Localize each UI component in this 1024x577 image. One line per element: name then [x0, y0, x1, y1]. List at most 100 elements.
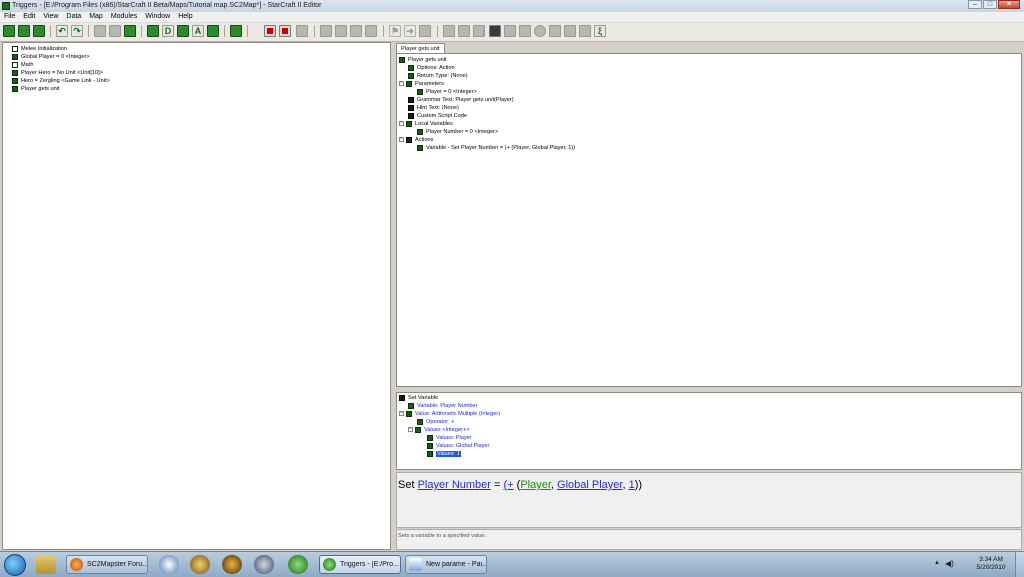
menu-data[interactable]: Data — [62, 12, 85, 22]
console-icon[interactable] — [489, 25, 501, 37]
new-action-icon[interactable] — [147, 25, 159, 37]
show-desktop-button[interactable] — [1015, 552, 1024, 577]
variable-icon — [417, 128, 423, 135]
tree-node-actions[interactable]: − Actions — [399, 136, 433, 144]
taskbar-button-triggers[interactable]: Triggers - [E:/Pro... — [319, 555, 401, 574]
show-hidden-icons-icon[interactable]: ▲ — [934, 560, 940, 566]
tree-node-hint[interactable]: Hint Text: (None) — [408, 104, 459, 112]
tree-node-action[interactable]: Variable - Set Player Number = (+ (Playe… — [417, 144, 575, 152]
tree-node-root[interactable]: Player gets unit — [399, 56, 447, 64]
app-icon[interactable] — [159, 555, 179, 574]
disabled-tool-icon[interactable] — [549, 25, 561, 37]
paste-icon[interactable] — [124, 25, 136, 37]
script-icon[interactable]: ξ — [594, 25, 606, 37]
tree-node-local-variables[interactable]: − Local Variables — [399, 120, 453, 128]
new-element-icon[interactable] — [177, 25, 189, 37]
close-button[interactable]: ✕ — [998, 0, 1020, 9]
disabled-tool-icon[interactable] — [419, 25, 431, 37]
trigger-list-item[interactable]: Player gets unit — [12, 85, 60, 93]
cut-icon[interactable] — [94, 25, 106, 37]
start-button[interactable] — [4, 554, 26, 576]
collapse-toggle[interactable]: − — [399, 411, 404, 417]
menu-map[interactable]: Map — [85, 12, 107, 22]
minimize-button[interactable]: – — [968, 0, 982, 9]
trigger-list-item[interactable]: Melee Initialization — [12, 45, 67, 53]
menu-modules[interactable]: Modules — [107, 12, 141, 22]
page-icon[interactable] — [296, 25, 308, 37]
tree-node-value[interactable]: − Value: Arithmetic Multiple (Integer) — [399, 410, 500, 418]
disabled-tool-icon[interactable] — [365, 25, 377, 37]
tree-node-operator[interactable]: Operator: + — [417, 418, 454, 426]
disabled-tool-icon[interactable] — [534, 25, 546, 37]
arrow-right-icon[interactable]: ➜ — [404, 25, 416, 37]
explorer-icon[interactable] — [36, 555, 56, 574]
trigger-list-item[interactable]: Player Hero = No Unit <Unit[10]> — [12, 69, 103, 77]
menu-file[interactable]: File — [0, 12, 19, 22]
disabled-tool-icon[interactable] — [320, 25, 332, 37]
tree-node-options[interactable]: Options: Action — [408, 64, 455, 72]
redo-icon[interactable]: ↷ — [71, 25, 83, 37]
tree-node-parameter[interactable]: Player = 0 <Integer> — [417, 88, 477, 96]
disabled-tool-icon[interactable] — [519, 25, 531, 37]
clock[interactable]: 3:34 AM 5/20/2010 — [971, 556, 1011, 572]
gear-icon[interactable] — [230, 25, 242, 37]
expr-arg-global-player-link[interactable]: Global Player — [557, 479, 622, 491]
starcraft-icon[interactable] — [254, 555, 274, 574]
expr-arg-player-link[interactable]: Player — [520, 479, 551, 491]
stop-icon[interactable] — [264, 25, 276, 37]
tree-node-custom-script[interactable]: Custom Script Code — [408, 112, 467, 120]
variable-icon — [12, 69, 18, 76]
speaker-icon[interactable]: ◀) — [945, 559, 954, 568]
taskbar-button-paint[interactable]: New parame - Pai... — [405, 555, 487, 574]
disabled-tool-icon[interactable] — [564, 25, 576, 37]
tree-node-parameters[interactable]: − Parameters — [399, 80, 444, 88]
tree-node-variable[interactable]: Variable: Player Number — [408, 402, 478, 410]
copy-icon[interactable] — [109, 25, 121, 37]
tree-node-return-type[interactable]: Return Type: (None) — [408, 72, 468, 80]
menu-window[interactable]: Window — [141, 12, 174, 22]
new-comment-icon[interactable]: D — [162, 25, 174, 37]
maximize-button[interactable]: □ — [983, 0, 997, 9]
record-icon[interactable] — [279, 25, 291, 37]
new-folder-icon[interactable] — [18, 25, 30, 37]
trigger-list: Melee Initialization Global Player = 0 <… — [2, 42, 391, 550]
collapse-toggle[interactable]: − — [399, 137, 404, 143]
tree-node-grammar[interactable]: Grammar Text: Player gets unit(Player) — [408, 96, 514, 104]
text-icon[interactable]: A — [192, 25, 204, 37]
value-icon — [406, 410, 412, 417]
taskbar-button-browser[interactable]: SC2Mapster Foru... — [66, 555, 148, 574]
hint-icon — [408, 104, 414, 111]
hon-icon[interactable] — [222, 555, 242, 574]
collapse-toggle[interactable]: − — [399, 121, 404, 127]
editor-icon[interactable] — [288, 555, 308, 574]
tree-node-local-variable[interactable]: Player Number = 0 <Integer> — [417, 128, 498, 136]
trigger-list-item[interactable]: Global Player = 0 <Integer> — [12, 53, 90, 61]
trigger-list-item[interactable]: Math — [12, 61, 33, 69]
wow-icon[interactable] — [190, 555, 210, 574]
tree-node-value-player[interactable]: Values: Player — [427, 434, 472, 442]
expr-variable-link[interactable]: Player Number — [418, 479, 491, 491]
tree-node-value-one[interactable]: Values: 1 — [427, 450, 461, 458]
tree-node-values[interactable]: − Values <Integer+> — [408, 426, 469, 434]
menu-view[interactable]: View — [39, 12, 62, 22]
menu-help[interactable]: Help — [174, 12, 196, 22]
collapse-toggle[interactable]: − — [399, 81, 404, 87]
expr-operator-link[interactable]: (+ — [503, 479, 513, 491]
save-icon[interactable] — [33, 25, 45, 37]
disabled-tool-icon[interactable] — [504, 25, 516, 37]
menu-edit[interactable]: Edit — [19, 12, 39, 22]
disabled-tool-icon[interactable] — [579, 25, 591, 37]
trigger-list-item[interactable]: Hero = Zergling <Game Link - Unit> — [12, 77, 110, 85]
disabled-tool-icon[interactable] — [350, 25, 362, 37]
flag-icon[interactable]: ⚑ — [389, 25, 401, 37]
disabled-tool-icon[interactable] — [443, 25, 455, 37]
tree-node-set-variable[interactable]: Set Variable — [399, 394, 438, 402]
disabled-tool-icon[interactable] — [335, 25, 347, 37]
disabled-tool-icon[interactable] — [458, 25, 470, 37]
undo-icon[interactable]: ↶ — [56, 25, 68, 37]
collapse-toggle[interactable]: − — [408, 427, 413, 433]
new-variable-icon[interactable] — [207, 25, 219, 37]
description-text: Sets a variable to a specified value. — [398, 533, 486, 539]
tree-node-value-global-player[interactable]: Values: Global Player — [427, 442, 489, 450]
new-trigger-icon[interactable] — [3, 25, 15, 37]
